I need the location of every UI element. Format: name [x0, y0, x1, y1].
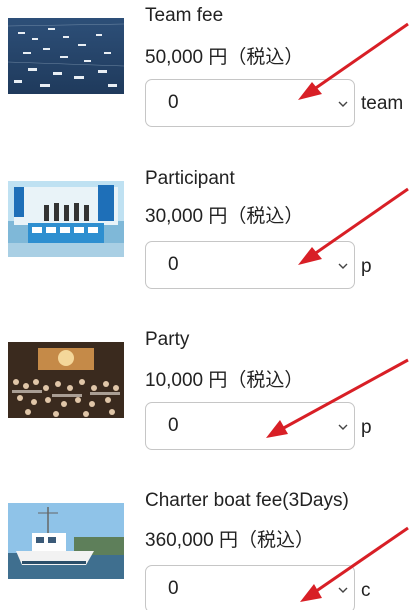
quantity-unit: p [361, 417, 372, 438]
item-price: 50,000 円（税込） [145, 47, 304, 68]
item-title: Charter boat fee(3Days) [145, 490, 349, 511]
order-item-party: Party 10,000 円（税込） 0 p [0, 328, 410, 468]
chevron-down-icon [338, 101, 348, 107]
quantity-select-value: 0 [168, 254, 179, 275]
item-title: Participant [145, 168, 235, 189]
order-item-team-fee: Team fee 50,000 円（税込） 0 team [0, 0, 410, 140]
quantity-unit: c [361, 580, 371, 601]
item-price: 30,000 円（税込） [145, 206, 304, 227]
party-photo [8, 342, 124, 418]
order-item-participant: Participant 30,000 円（税込） 0 p [0, 165, 410, 305]
quantity-select[interactable]: 0 [145, 565, 355, 610]
quantity-select[interactable]: 0 [145, 79, 355, 127]
chevron-down-icon [338, 424, 348, 430]
charter-boat-photo [8, 503, 124, 579]
participant-photo [8, 181, 124, 257]
quantity-select[interactable]: 0 [145, 402, 355, 450]
quantity-select-value: 0 [168, 92, 179, 113]
quantity-unit: p [361, 256, 372, 277]
quantity-select[interactable]: 0 [145, 241, 355, 289]
quantity-select-value: 0 [168, 578, 179, 599]
quantity-unit: team [361, 93, 404, 114]
ticket-order-form: Team fee 50,000 円（税込） 0 team Participant… [0, 0, 410, 610]
item-price: 360,000 円（税込） [145, 530, 314, 551]
item-title: Party [145, 329, 190, 350]
chevron-down-icon [338, 587, 348, 593]
quantity-select-value: 0 [168, 415, 179, 436]
item-title: Team fee [145, 5, 224, 26]
team-fee-photo [8, 18, 124, 94]
chevron-down-icon [338, 263, 348, 269]
item-price: 10,000 円（税込） [145, 370, 304, 391]
order-item-charter-boat: Charter boat fee(3Days) 360,000 円（税込） 0 … [0, 490, 410, 610]
